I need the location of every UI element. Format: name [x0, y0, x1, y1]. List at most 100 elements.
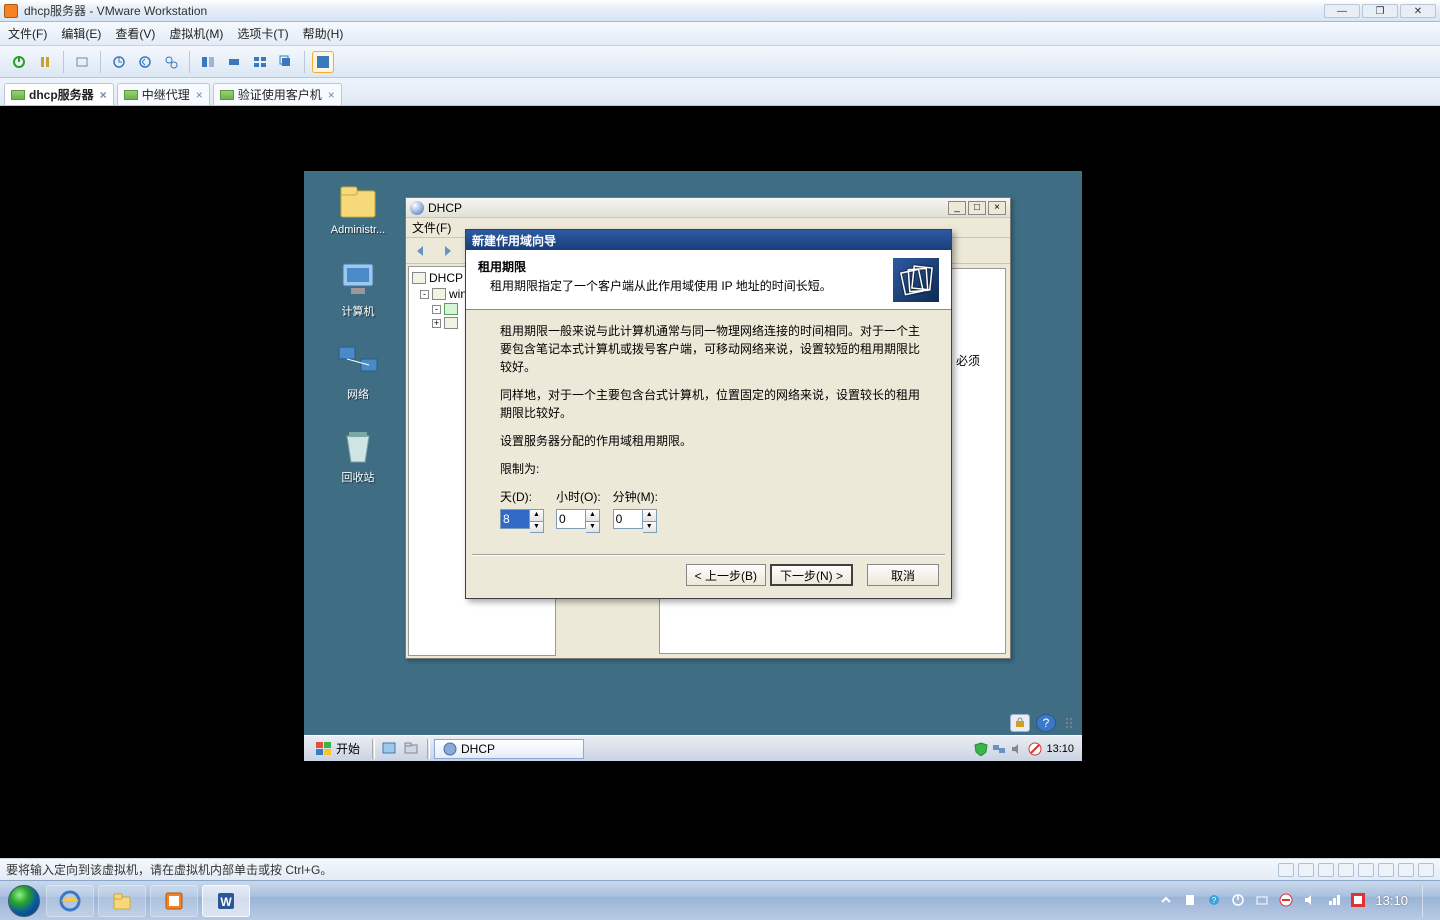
tray-power-icon[interactable]: [1231, 893, 1247, 909]
menu-edit[interactable]: 编辑(E): [61, 25, 101, 42]
toolbar-snapshot-take-icon[interactable]: [108, 51, 130, 73]
tray-action-center-icon[interactable]: [1183, 893, 1199, 909]
toolbar-fullscreen-icon[interactable]: [312, 51, 334, 73]
tree-expand-icon[interactable]: -: [420, 290, 429, 299]
guest-security-icon[interactable]: [1010, 714, 1030, 732]
tray-hidden-icons-chevron[interactable]: [1159, 893, 1175, 909]
mmc-maximize-button[interactable]: □: [968, 201, 986, 215]
quicklaunch-show-desktop-icon[interactable]: [381, 741, 399, 757]
hours-spinner[interactable]: ▲▼: [556, 509, 600, 529]
vm-tab-test-client[interactable]: 验证使用客户机 ×: [213, 83, 342, 105]
vm-tab-relay-agent[interactable]: 中继代理 ×: [117, 83, 210, 105]
tree-expand-icon[interactable]: -: [432, 305, 441, 314]
wizard-header: 租用期限 租用期限指定了一个客户端从此作用域使用 IP 地址的时间长短。: [466, 250, 951, 310]
vm-usb-icon[interactable]: [1358, 863, 1374, 877]
spin-down-icon[interactable]: ▼: [643, 521, 657, 534]
mmc-menu-file[interactable]: 文件(F): [412, 219, 451, 236]
taskbar-pin-word[interactable]: W: [202, 885, 250, 917]
spin-up-icon[interactable]: ▲: [643, 509, 657, 521]
spin-up-icon[interactable]: ▲: [530, 509, 544, 521]
host-maximize-button[interactable]: ❐: [1362, 4, 1398, 18]
guest-desktop-icons: Administr... 计算机 网络 回收站: [318, 181, 398, 509]
taskbar-pin-vmware[interactable]: [150, 885, 198, 917]
vm-floppy-icon[interactable]: [1318, 863, 1334, 877]
toolbar-view-console-icon[interactable]: [197, 51, 219, 73]
guest-deskband-grip-icon[interactable]: [1062, 714, 1076, 732]
desktop-icon-label: Administr...: [331, 224, 385, 236]
desktop-icon-administrator[interactable]: Administr...: [318, 181, 398, 236]
taskbar-button-dhcp[interactable]: DHCP: [434, 739, 584, 759]
spin-down-icon[interactable]: ▼: [530, 521, 544, 534]
tray-security-icon[interactable]: [974, 742, 988, 756]
minutes-input[interactable]: [613, 509, 643, 529]
toolbar-send-icon[interactable]: [71, 51, 93, 73]
mmc-titlebar[interactable]: DHCP _ □ ×: [406, 198, 1010, 218]
toolbar-suspend-icon[interactable]: [34, 51, 56, 73]
menu-tabs[interactable]: 选项卡(T): [237, 25, 288, 42]
tab-close-icon[interactable]: ×: [196, 89, 203, 101]
desktop-icon-network[interactable]: 网络: [318, 343, 398, 402]
toolbar-snapshot-revert-icon[interactable]: [134, 51, 156, 73]
guest-desktop[interactable]: Administr... 计算机 网络 回收站: [304, 171, 1082, 761]
vm-network-icon[interactable]: [1338, 863, 1354, 877]
vm-cd-icon[interactable]: [1298, 863, 1314, 877]
toolbar-unity-icon[interactable]: [275, 51, 297, 73]
vm-display-area[interactable]: Administr... 计算机 网络 回收站: [0, 106, 1440, 858]
host-start-button[interactable]: [4, 885, 44, 917]
wizard-back-button[interactable]: < 上一步(B): [686, 564, 766, 586]
tab-close-icon[interactable]: ×: [328, 89, 335, 101]
minutes-spinner[interactable]: ▲▼: [613, 509, 657, 529]
mmc-back-icon[interactable]: [410, 241, 432, 261]
days-spinner[interactable]: ▲▼: [500, 509, 544, 529]
host-clock[interactable]: 13:10: [1375, 893, 1408, 908]
toolbar-power-on-icon[interactable]: [8, 51, 30, 73]
hours-input[interactable]: [556, 509, 586, 529]
tray-lang-icon[interactable]: [1351, 893, 1367, 909]
menu-file[interactable]: 文件(F): [8, 25, 47, 42]
tray-app-icon[interactable]: ?: [1207, 893, 1223, 909]
mmc-minimize-button[interactable]: _: [948, 201, 966, 215]
tray-alert-icon[interactable]: [1028, 742, 1042, 756]
wizard-titlebar[interactable]: 新建作用域向导: [466, 230, 951, 250]
toolbar-separator: [304, 51, 305, 73]
desktop-icon-computer[interactable]: 计算机: [318, 260, 398, 319]
spin-up-icon[interactable]: ▲: [586, 509, 600, 521]
tray-network-icon[interactable]: [992, 742, 1006, 756]
tray-volume-icon[interactable]: [1303, 893, 1319, 909]
menu-vm[interactable]: 虚拟机(M): [169, 25, 223, 42]
vm-tab-dhcp-server[interactable]: dhcp服务器 ×: [4, 83, 114, 105]
vm-tab-icon: [124, 90, 138, 100]
svg-text:?: ?: [1212, 896, 1217, 905]
toolbar-view-multi-icon[interactable]: [249, 51, 271, 73]
wizard-next-button[interactable]: 下一步(N) >: [770, 564, 853, 586]
desktop-icon-recycle-bin[interactable]: 回收站: [318, 426, 398, 485]
taskbar-pin-explorer[interactable]: [98, 885, 146, 917]
toolbar-snapshot-manage-icon[interactable]: [160, 51, 182, 73]
tray-blocked-icon[interactable]: [1279, 893, 1295, 909]
mmc-close-button[interactable]: ×: [988, 201, 1006, 215]
tray-network-icon[interactable]: [1327, 893, 1343, 909]
tree-collapse-icon[interactable]: +: [432, 319, 441, 328]
menu-view[interactable]: 查看(V): [115, 25, 155, 42]
vm-printer-icon[interactable]: [1398, 863, 1414, 877]
tray-volume-icon[interactable]: [1010, 742, 1024, 756]
days-input[interactable]: [500, 509, 530, 529]
spin-down-icon[interactable]: ▼: [586, 521, 600, 534]
guest-clock[interactable]: 13:10: [1046, 743, 1074, 755]
guest-start-button[interactable]: 开始: [308, 738, 368, 759]
wizard-cancel-button[interactable]: 取消: [867, 564, 939, 586]
toolbar-view-single-icon[interactable]: [223, 51, 245, 73]
host-minimize-button[interactable]: —: [1324, 4, 1360, 18]
taskbar-pin-ie[interactable]: [46, 885, 94, 917]
vm-hdd-icon[interactable]: [1278, 863, 1294, 877]
vm-display-icon[interactable]: [1418, 863, 1434, 877]
menu-help[interactable]: 帮助(H): [303, 25, 344, 42]
host-close-button[interactable]: ✕: [1400, 4, 1436, 18]
tab-close-icon[interactable]: ×: [100, 89, 107, 101]
tray-input-icon[interactable]: [1255, 893, 1271, 909]
mmc-forward-icon[interactable]: [436, 241, 458, 261]
quicklaunch-explorer-icon[interactable]: [403, 741, 421, 757]
vm-sound-icon[interactable]: [1378, 863, 1394, 877]
guest-help-icon[interactable]: ?: [1036, 714, 1056, 732]
show-desktop-button[interactable]: [1422, 885, 1432, 917]
